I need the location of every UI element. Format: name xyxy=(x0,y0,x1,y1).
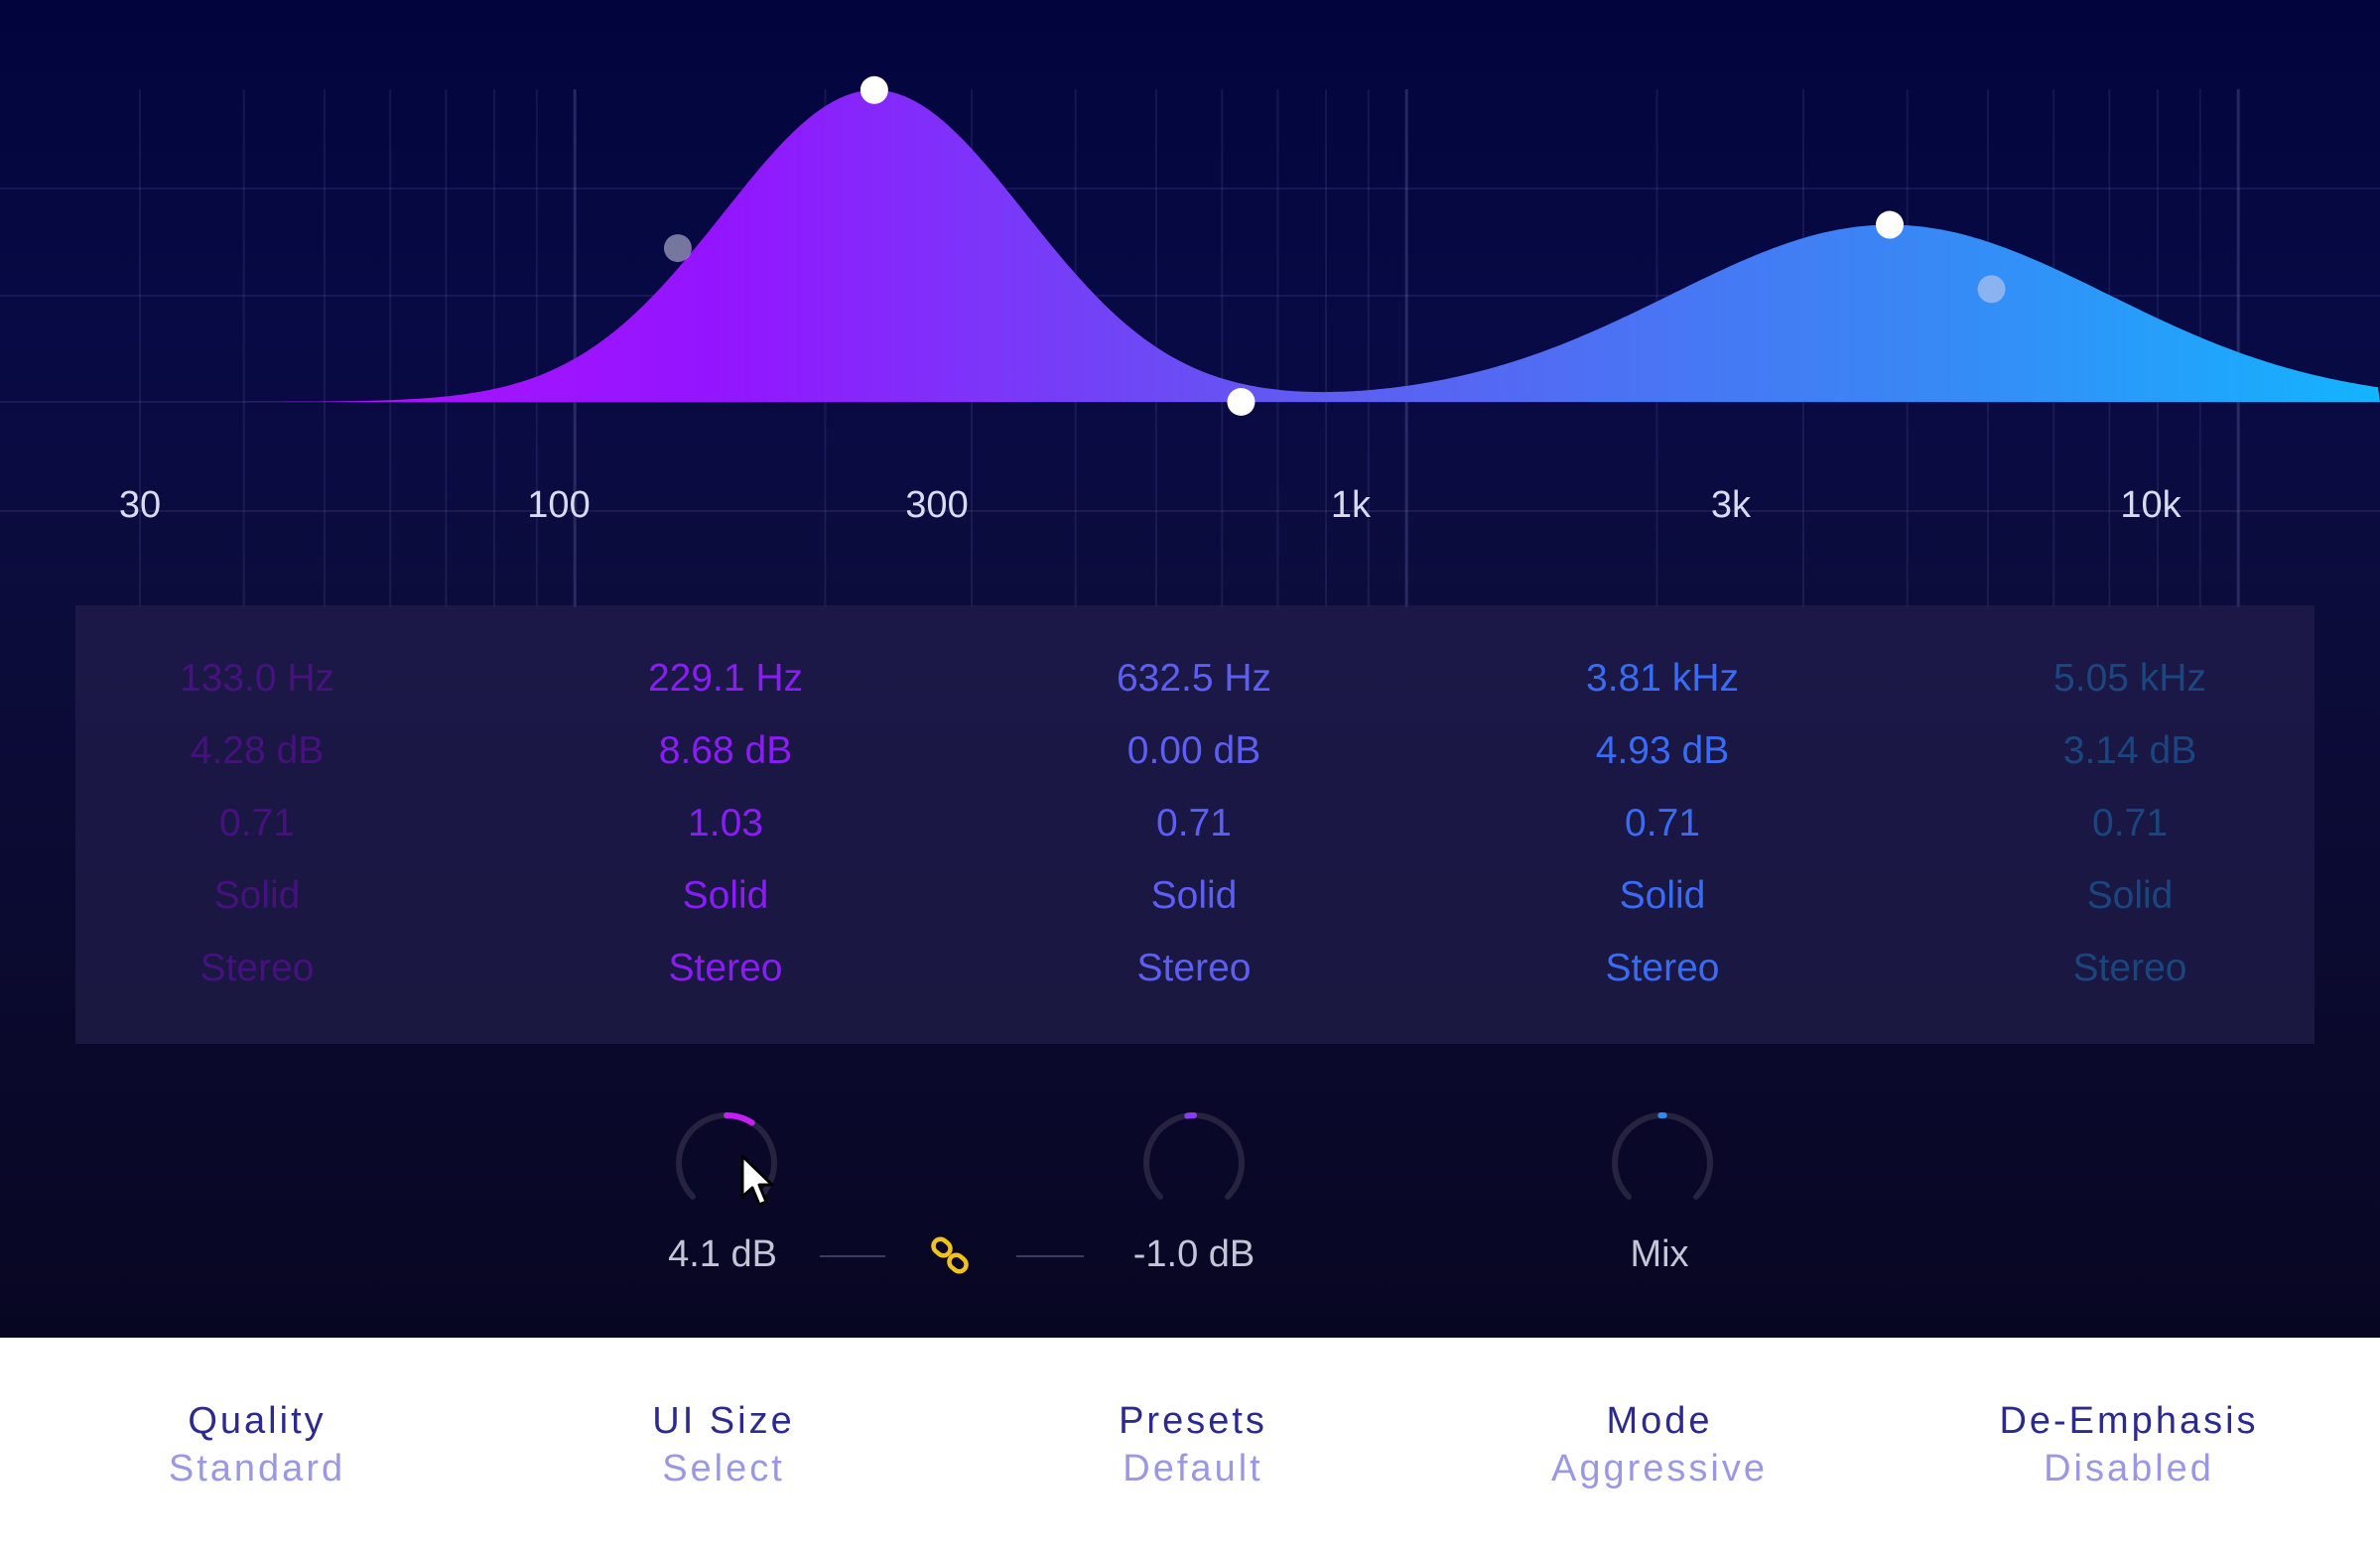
band-column-1: 133.0 Hz 4.28 dB 0.71 Solid Stereo xyxy=(98,637,416,999)
band-node-5[interactable] xyxy=(1977,275,2006,304)
band-q[interactable]: 1.03 xyxy=(567,782,884,854)
footer-setting-de-emphasis[interactable]: De-Emphasis Disabled xyxy=(1940,1397,2317,1492)
freq-axis-label: 300 xyxy=(905,484,969,526)
band-channel[interactable]: Stereo xyxy=(567,927,884,999)
freq-axis-label: 3k xyxy=(1710,484,1752,526)
mouse-pointer-icon xyxy=(740,1154,774,1207)
knob-value-arc xyxy=(724,1112,755,1126)
footer-setting-mode[interactable]: Mode Aggressive xyxy=(1471,1397,1848,1492)
output-gain-knob[interactable] xyxy=(1138,1107,1250,1219)
eq-plugin-window: 30 100 300 1k 3k 10k 133.0 Hz 4.28 dB 0.71 Solid… xyxy=(0,0,2380,1550)
footer-setting-title: Mode xyxy=(1606,1400,1713,1442)
band-shape[interactable]: Solid xyxy=(1035,854,1353,927)
band-node-3[interactable] xyxy=(1227,388,1256,416)
footer-setting-value: Standard xyxy=(168,1448,346,1489)
band-parameters-panel: 133.0 Hz 4.28 dB 0.71 Solid Stereo 229.1 Hz 8.… xyxy=(75,605,2314,1044)
band-gain[interactable]: 4.28 dB xyxy=(98,710,416,782)
footer-setting-value: Default xyxy=(1123,1448,1263,1489)
band-node-4[interactable] xyxy=(1875,210,1904,239)
freq-axis-label: 100 xyxy=(527,484,591,526)
footer-setting-value: Disabled xyxy=(2044,1448,2214,1489)
footer-setting-title: UI Size xyxy=(652,1400,795,1442)
link-line-right xyxy=(1016,1255,1084,1257)
band-shape[interactable]: Solid xyxy=(1971,854,2289,927)
knob-dial xyxy=(1612,1112,1713,1200)
input-gain-value: 4.1 dB xyxy=(668,1233,777,1275)
band-channel[interactable]: Stereo xyxy=(1971,927,2289,999)
plugin-panel: 30 100 300 1k 3k 10k 133.0 Hz 4.28 dB 0.71 Solid… xyxy=(0,0,2380,1338)
footer-setting-presets[interactable]: Presets Default xyxy=(1004,1397,1382,1492)
knob-track xyxy=(1143,1112,1245,1200)
band-shape[interactable]: Solid xyxy=(1504,854,1821,927)
footer-setting-title: De-Emphasis xyxy=(1999,1400,2259,1442)
band-q[interactable]: 0.71 xyxy=(1035,782,1353,854)
mix-label: Mix xyxy=(1630,1233,1689,1275)
eq-response-curve xyxy=(0,89,2380,403)
band-shape[interactable]: Solid xyxy=(98,854,416,927)
band-channel[interactable]: Stereo xyxy=(1035,927,1353,999)
mix-knob[interactable] xyxy=(1607,1107,1718,1219)
freq-axis-label: 10k xyxy=(2120,484,2182,526)
footer-bar: Quality Standard UI Size Select Presets Defau… xyxy=(0,1338,2380,1550)
footer-setting-value: Aggressive xyxy=(1551,1448,1768,1489)
eq-graph[interactable] xyxy=(0,0,2380,615)
band-node-2[interactable] xyxy=(859,75,888,104)
band-node-1[interactable] xyxy=(663,234,692,263)
band-channel[interactable]: Stereo xyxy=(1504,927,1821,999)
band-frequency[interactable]: 133.0 Hz xyxy=(98,637,416,710)
band-q[interactable]: 0.71 xyxy=(1971,782,2289,854)
freq-axis-label: 1k xyxy=(1330,484,1372,526)
knob-dial xyxy=(1143,1112,1245,1200)
band-column-3: 632.5 Hz 0.00 dB 0.71 Solid Stereo xyxy=(1035,637,1353,999)
band-shape[interactable]: Solid xyxy=(567,854,884,927)
band-channel[interactable]: Stereo xyxy=(98,927,416,999)
footer-setting-title: Quality xyxy=(188,1400,327,1442)
freq-axis-label: 30 xyxy=(118,484,162,526)
knob-track xyxy=(1612,1112,1713,1200)
band-gain[interactable]: 8.68 dB xyxy=(567,710,884,782)
band-frequency[interactable]: 632.5 Hz xyxy=(1035,637,1353,710)
band-column-2: 229.1 Hz 8.68 dB 1.03 Solid Stereo xyxy=(567,637,884,999)
band-gain[interactable]: 4.93 dB xyxy=(1504,710,1821,782)
band-column-4: 3.81 kHz 4.93 dB 0.71 Solid Stereo xyxy=(1504,637,1821,999)
band-gain[interactable]: 0.00 dB xyxy=(1035,710,1353,782)
link-line-left xyxy=(820,1255,885,1257)
band-gain[interactable]: 3.14 dB xyxy=(1971,710,2289,782)
band-column-5: 5.05 kHz 3.14 dB 0.71 Solid Stereo xyxy=(1971,637,2289,999)
output-gain-value: -1.0 dB xyxy=(1132,1233,1256,1275)
band-frequency[interactable]: 229.1 Hz xyxy=(567,637,884,710)
footer-setting-title: Presets xyxy=(1119,1400,1267,1442)
band-frequency[interactable]: 5.05 kHz xyxy=(1971,637,2289,710)
band-frequency[interactable]: 3.81 kHz xyxy=(1504,637,1821,710)
footer-setting-quality[interactable]: Quality Standard xyxy=(68,1397,446,1492)
footer-setting-value: Select xyxy=(662,1448,785,1489)
band-q[interactable]: 0.71 xyxy=(1504,782,1821,854)
footer-setting-ui-size[interactable]: UI Size Select xyxy=(535,1397,912,1492)
chain-link-icon[interactable] xyxy=(929,1234,973,1278)
band-q[interactable]: 0.71 xyxy=(98,782,416,854)
